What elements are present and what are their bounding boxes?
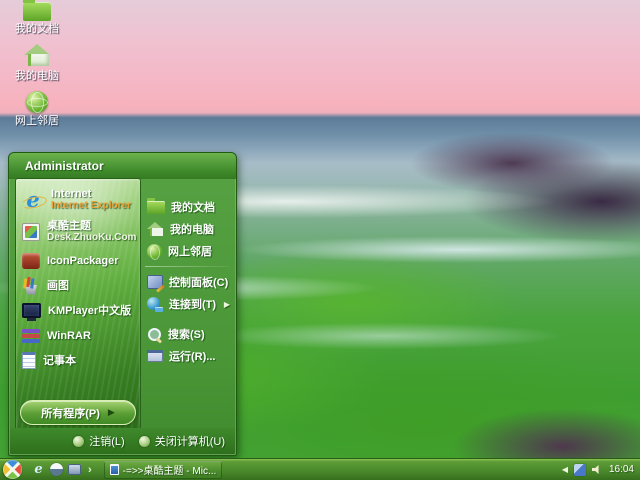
menu-item-label: 运行(R)...: [169, 351, 216, 363]
desktop-icon-my-computer[interactable]: 我的电脑: [4, 44, 70, 82]
iconpackager-icon: [22, 252, 40, 269]
menu-item-label: 桌酷主题: [47, 220, 91, 232]
start-menu: Administrator e Internet Internet Explor…: [8, 152, 237, 456]
menu-item-my-computer[interactable]: 我的电脑: [145, 218, 232, 240]
my-documents-folder-icon: [23, 0, 51, 21]
menu-item-search[interactable]: 搜索(S): [145, 323, 232, 345]
internet-explorer-icon: e: [22, 189, 44, 211]
run-icon: [147, 350, 163, 362]
menu-item-label: 网上邻居: [168, 246, 212, 258]
menu-item-control-panel[interactable]: 控制面板(C): [145, 271, 232, 293]
desktop-icon-label: 我的电脑: [15, 70, 59, 82]
kmplayer-icon: [22, 303, 41, 321]
log-off-label: 注销(L): [89, 436, 125, 448]
ie-quicklaunch-icon[interactable]: e: [32, 463, 45, 477]
paint-icon: [22, 277, 40, 295]
all-programs-button[interactable]: 所有程序(P) ▶: [20, 400, 136, 425]
tray-program-icon[interactable]: [573, 463, 586, 476]
menu-item-sublabel: Internet Explorer: [51, 200, 132, 211]
start-menu-pinned-panel: e Internet Internet Explorer 桌酷主题 Desk.Z…: [15, 178, 141, 430]
system-tray: ◀ 16:04: [562, 459, 640, 480]
menu-item-label: 我的电脑: [170, 224, 214, 236]
menu-item-label: 搜索(S): [168, 329, 205, 341]
log-off-icon: [73, 435, 85, 447]
menu-item-kmplayer[interactable]: KMPlayer中文版: [20, 298, 136, 323]
start-menu-footer: 注销(L) 关闭计算机(U): [10, 428, 235, 454]
start-menu-places-panel: 我的文档 我的电脑 网上邻居 控制面板(C) 连接到(T) ▶ 搜索(S) 运行…: [145, 178, 232, 427]
menu-item-run[interactable]: 运行(R)...: [145, 345, 232, 367]
all-programs-label: 所有程序(P): [41, 407, 100, 420]
browser-quicklaunch-icon[interactable]: [50, 463, 63, 476]
winrar-icon: [22, 328, 40, 344]
quick-launch-overflow-chevron[interactable]: ›: [86, 464, 94, 476]
taskbar-window-title: -=>>桌酷主题 - Mic...: [122, 466, 217, 477]
menu-item-label: KMPlayer中文版: [48, 304, 132, 317]
menu-item-label: 连接到(T): [169, 299, 217, 311]
house-icon: [147, 221, 164, 237]
start-button[interactable]: [0, 456, 26, 480]
taskbar: e › -=>>桌酷主题 - Mic... ◀ 16:04: [0, 456, 640, 480]
submenu-arrow-icon: ▶: [223, 299, 230, 309]
notepad-icon: [22, 352, 36, 369]
taskbar-window-button[interactable]: -=>>桌酷主题 - Mic...: [103, 460, 223, 479]
log-off-button[interactable]: 注销(L): [73, 433, 125, 449]
search-icon: [147, 327, 162, 342]
menu-item-label: 画图: [47, 279, 69, 292]
network-globe-icon: [26, 91, 48, 113]
menu-item-network-places[interactable]: 网上邻居: [145, 240, 232, 262]
start-menu-username: Administrator: [9, 153, 236, 179]
menu-item-label: Internet: [51, 188, 92, 200]
folder-icon: [147, 197, 165, 214]
desktop-icon-list: 我的文档 我的电脑 网上邻居: [4, 0, 70, 136]
menu-item-sublabel: Desk.ZhuoKu.Com: [47, 232, 137, 243]
menu-item-zhuoku-theme[interactable]: 桌酷主题 Desk.ZhuoKu.Com: [20, 216, 136, 248]
desktop-screen: 我的文档 我的电脑 网上邻居 Administrator e Internet …: [0, 0, 640, 480]
tray-collapse-icon[interactable]: ◀: [562, 465, 568, 474]
globe-icon: [147, 243, 162, 260]
desktop-icon-label: 我的文档: [15, 23, 59, 35]
menu-item-winrar[interactable]: WinRAR: [20, 323, 136, 348]
desktop-icon-network-places[interactable]: 网上邻居: [4, 91, 70, 127]
menu-item-my-documents[interactable]: 我的文档: [145, 196, 232, 218]
ie-page-icon: [109, 464, 119, 475]
menu-item-label: 记事本: [43, 354, 76, 367]
turn-off-icon: [138, 435, 150, 447]
menu-item-iconpackager[interactable]: IconPackager: [20, 248, 136, 273]
quick-launch-bar: e ›: [32, 463, 94, 477]
menu-item-label: IconPackager: [47, 254, 119, 267]
connect-globe-icon: [147, 296, 163, 312]
turn-off-label: 关闭计算机(U): [154, 436, 225, 448]
taskbar-clock[interactable]: 16:04: [609, 464, 634, 475]
all-programs-arrow-icon: ▶: [107, 407, 115, 417]
desktop-icon-my-documents[interactable]: 我的文档: [4, 0, 70, 35]
show-desktop-icon[interactable]: [68, 464, 81, 475]
menu-separator: [145, 266, 230, 267]
turn-off-computer-button[interactable]: 关闭计算机(U): [138, 433, 225, 449]
my-computer-house-icon: [23, 44, 51, 68]
menu-item-label: 我的文档: [171, 202, 215, 214]
theme-photo-icon: [22, 223, 40, 241]
desktop-icon-label: 网上邻居: [15, 115, 59, 127]
control-panel-icon: [147, 275, 163, 289]
menu-item-notepad[interactable]: 记事本: [20, 348, 136, 373]
menu-item-internet[interactable]: e Internet Internet Explorer: [20, 184, 136, 216]
menu-item-paint[interactable]: 画图: [20, 273, 136, 298]
volume-icon[interactable]: [591, 465, 599, 474]
menu-item-connect-to[interactable]: 连接到(T) ▶: [145, 293, 232, 315]
menu-item-label: 控制面板(C): [169, 277, 229, 289]
menu-item-label: WinRAR: [47, 329, 91, 342]
